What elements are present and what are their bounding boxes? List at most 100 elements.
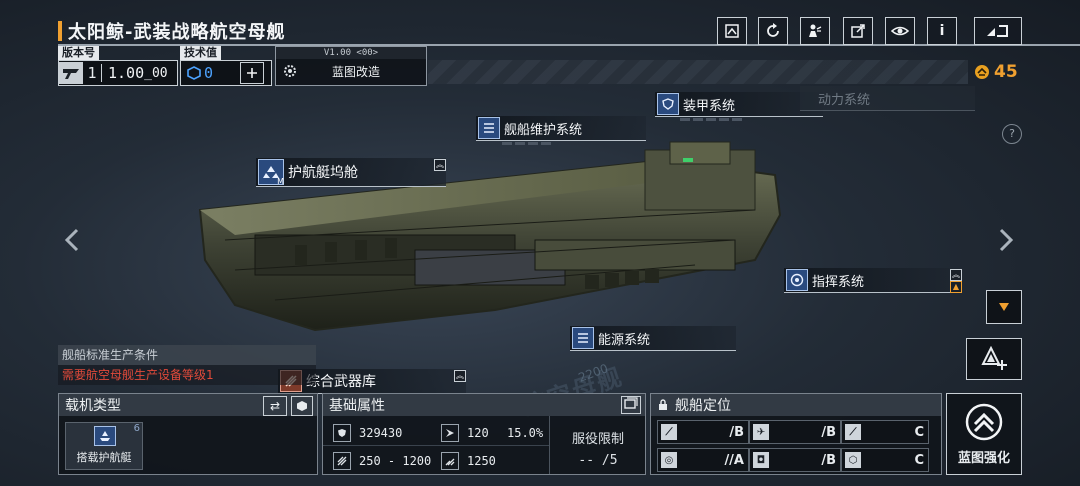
blueprint-enhance-button[interactable]: 蓝图强化 (946, 393, 1022, 475)
hotspot-energy-label: 能源系统 (598, 332, 651, 348)
decorative-stripe (428, 60, 968, 84)
expand-icon[interactable] (621, 396, 641, 414)
speed-value: 250 - 1200 (359, 454, 432, 468)
attr-divider (323, 445, 549, 446)
armor-stat: 120 15.0% (441, 421, 543, 445)
maintenance-slots (502, 142, 551, 145)
next-ship-arrow[interactable] (998, 226, 1014, 259)
grade-value: //A (724, 452, 744, 468)
external-link-icon[interactable] (843, 17, 873, 45)
hotspot-maintenance[interactable]: 舰船维护系统 (476, 116, 646, 141)
hotspot-weapons-label: 综合武器库 (306, 374, 376, 390)
version-box: 1 1.00 _ 00 (58, 60, 178, 86)
info-icon[interactable]: i (927, 17, 957, 45)
list-icon (572, 327, 594, 349)
title-accent (58, 21, 62, 41)
production-warning: 需要航空母舰生产设备等级1 (58, 365, 316, 385)
view-icon[interactable] (885, 17, 915, 45)
tech-value: 0 (204, 64, 214, 82)
shield-icon (657, 93, 679, 115)
refresh-icon[interactable] (758, 17, 788, 45)
hotspot-escort-dock-label: 护航艇坞舱 (288, 165, 358, 181)
escort-collapse-icon[interactable]: ︽ (434, 159, 446, 171)
grade-anti-ship: ⟋ /B (657, 420, 749, 444)
aircraft-slot[interactable]: 6 搭载护航艇 (65, 422, 143, 470)
cruise-stat: 1250 (441, 449, 496, 473)
version-underscore: _ (144, 65, 152, 81)
add-favorite-button[interactable] (966, 338, 1022, 380)
hotspot-command[interactable]: 指挥系统 (784, 268, 960, 293)
dropdown-toggle-button[interactable] (986, 290, 1022, 324)
aircraft-type-title: 载机类型 (65, 398, 121, 414)
blueprint-mod-button[interactable]: V1.00 <00> 蓝图改造 (275, 46, 427, 86)
defense-icon: ◘ (753, 452, 769, 468)
armor-icon (441, 424, 459, 442)
tech-box: 0 (180, 60, 272, 86)
aircraft-count: 6 (133, 423, 140, 434)
production-condition: 舰船标准生产条件 需要航空母舰生产设备等级1 (58, 345, 316, 385)
service-limit-label: 服役限制 (571, 432, 624, 447)
anti-air-icon: ✈ (753, 424, 769, 440)
hotspot-escort-dock[interactable]: M 护航艇坞舱 (256, 158, 446, 187)
grade-value: C (914, 424, 924, 440)
service-limit: 服役限制 -- /5 (549, 416, 646, 474)
shield-icon (333, 424, 351, 442)
version-suffix: 00 (151, 65, 168, 81)
aircraft-item-label: 搭载护航艇 (76, 451, 132, 464)
hotspot-energy[interactable]: 能源系统 (570, 326, 736, 351)
command-collapse-icon[interactable]: ︽ (950, 269, 962, 281)
gear-icon (280, 61, 300, 81)
weapons-collapse-icon[interactable]: ︽ (454, 370, 466, 382)
grade-value: C (914, 452, 924, 468)
share-person-icon[interactable] (800, 17, 830, 45)
grade-value: /B (729, 424, 744, 440)
armor-value: 120 (467, 426, 489, 440)
tech-label-wrap: 技术值 (180, 46, 221, 60)
swap-icon[interactable]: ⇄ (263, 396, 287, 416)
grade-support: ◎ //A (657, 448, 749, 472)
command-warning-icon: ▲ (950, 281, 962, 293)
hotspot-power-label: 动力系统 (818, 92, 871, 108)
help-icon[interactable]: ? (1002, 124, 1022, 144)
lock-icon (659, 399, 667, 410)
currency: 45 (974, 62, 1018, 82)
list-icon (478, 117, 500, 139)
siege-icon: ⟋ (845, 424, 861, 440)
hotspot-power[interactable]: 动力系统 (800, 86, 975, 111)
tech-add-button[interactable] (240, 62, 264, 84)
escort-dock-icon: M (258, 159, 284, 186)
attributes-title: 基础属性 (329, 398, 385, 414)
escort-badge: M (277, 177, 284, 186)
currency-value: 45 (994, 62, 1018, 82)
hotspot-armor[interactable]: 装甲系统 (655, 92, 823, 117)
blueprint-mod-label: 蓝图改造 (331, 64, 380, 79)
prev-ship-arrow[interactable] (64, 226, 80, 259)
page-title: 太阳鲸-武装战略航空母舰 (68, 22, 286, 43)
cruise-icon (441, 452, 459, 470)
service-limit-value: -- /5 (578, 453, 618, 468)
grade-utility: ⬡ C (841, 448, 929, 472)
version-tier-icon (59, 62, 83, 84)
anti-ship-icon: ⟋ (661, 424, 677, 440)
currency-icon (975, 65, 989, 79)
grade-value: /B (821, 452, 836, 468)
grade-defense: ◘ /B (749, 448, 841, 472)
speed-icon (333, 452, 351, 470)
enhance-label: 蓝图强化 (957, 451, 1010, 466)
support-icon: ◎ (661, 452, 677, 468)
ship-positioning-panel: 舰船定位 ⟋/B ✈/B ⟋ C ◎//A ◘/B ⬡ C (650, 393, 942, 475)
hotspot-command-label: 指挥系统 (812, 274, 865, 290)
grade-value: /B (821, 424, 836, 440)
back-icon[interactable] (974, 17, 1022, 45)
triangle-down-icon (999, 303, 1009, 311)
version-label: 版本号 (58, 46, 99, 60)
basic-attributes-panel: 基础属性 329430 120 15.0% 250 - 1200 1250 服役… (322, 393, 646, 475)
command-icon (786, 269, 808, 291)
speed-stat: 250 - 1200 (333, 449, 431, 473)
archive-icon[interactable] (717, 17, 747, 45)
aircraft-type-header: 载机类型 ⇄ (59, 394, 317, 416)
grade-siege: ⟋ C (841, 420, 929, 444)
hex-icon[interactable] (291, 396, 313, 416)
escort-boat-icon (94, 426, 116, 446)
version-tier: 1 (83, 64, 102, 82)
